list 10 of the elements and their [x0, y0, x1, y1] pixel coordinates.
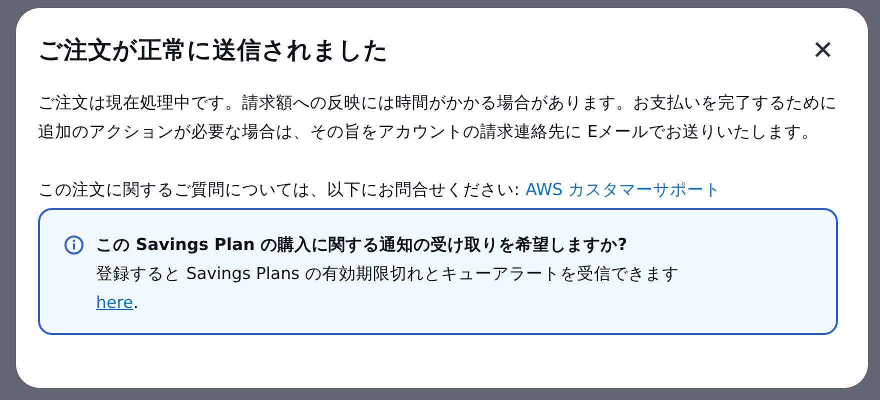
close-button[interactable]: ✕: [808, 37, 838, 63]
alert-text: 登録すると Savings Plans の有効期限切れとキューアラートを受信できます: [96, 263, 679, 285]
period-text: .: [133, 292, 138, 314]
alert-heading: この Savings Plan の購入に関する通知の受け取りを希望しますか?: [96, 234, 628, 256]
here-link[interactable]: here: [96, 288, 134, 317]
message-text: ご注文は現在処理中です。請求額への反映には時間がかかる場合があります。お支払いを完了するために追加のアクションが必要な場合は、その旨をアカウントの請求連絡先に Eメールでお送りいたします。: [38, 92, 838, 143]
dialog-title: ご注文が正常に送信されました: [38, 35, 389, 66]
contact-text: この注文に関するご質問については、以下にお問合せください:: [38, 179, 520, 201]
support-link[interactable]: AWS カスタマーサポート: [526, 175, 721, 204]
info-icon: [64, 235, 84, 255]
